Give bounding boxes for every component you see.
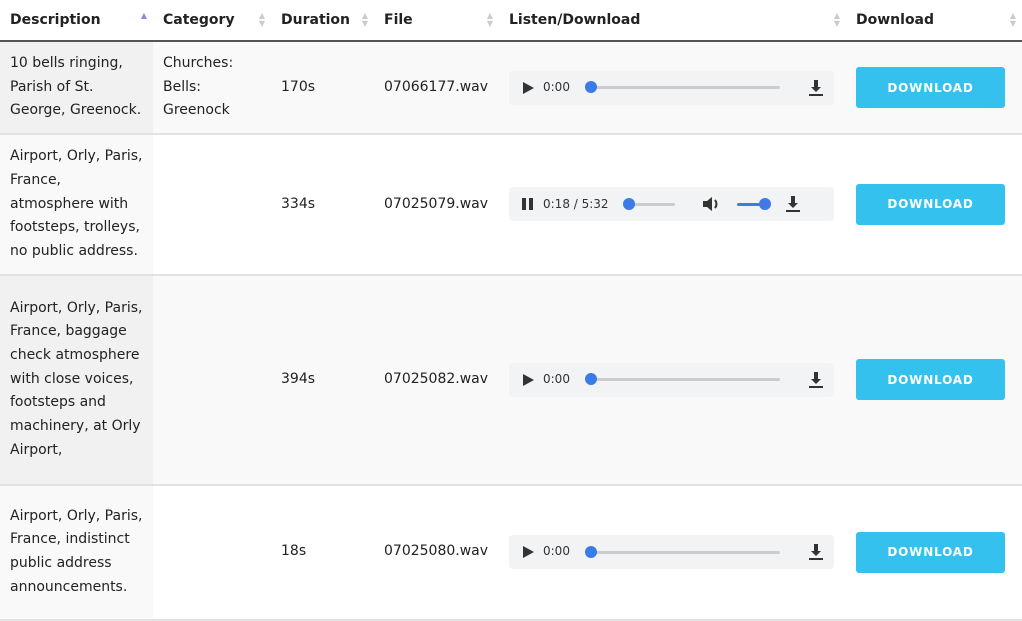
download-cell: DOWNLOAD <box>846 41 1022 136</box>
col-header-description[interactable]: Description ▲ <box>0 0 153 42</box>
download-button[interactable]: DOWNLOAD <box>856 359 1005 401</box>
volume-slider[interactable] <box>736 197 771 210</box>
volume-knob[interactable] <box>758 197 771 210</box>
file-cell: 07025082.wav <box>374 274 499 486</box>
progress-knob[interactable] <box>622 197 635 210</box>
duration-cell: 170s <box>271 41 374 136</box>
progress-slider[interactable] <box>585 81 780 94</box>
category-cell <box>153 134 271 276</box>
player-cell: 0:00 <box>499 484 846 621</box>
col-header-listen[interactable]: Listen/Download ▲ ▼ <box>499 0 846 42</box>
file-cell: 07066177.wav <box>374 41 499 136</box>
download-cell: DOWNLOAD <box>846 134 1022 276</box>
download-cell: DOWNLOAD <box>846 484 1022 621</box>
sounds-table: Description ▲ Category ▲ ▼ Duration ▲ ▼ File ▲… <box>0 0 1022 621</box>
category-cell <box>153 484 271 621</box>
progress-knob[interactable] <box>585 545 597 558</box>
sort-icon: ▲ ▼ <box>486 11 493 28</box>
sort-icon: ▲ ▼ <box>833 11 840 28</box>
sort-icon: ▲ ▼ <box>258 11 265 28</box>
table-row: Airport, Orly, Paris, France, atmosphere… <box>0 134 1022 276</box>
player-cell: 0:00 <box>499 274 846 486</box>
duration-cell: 334s <box>271 134 374 276</box>
file-cell: 07025080.wav <box>374 484 499 621</box>
download-button[interactable]: DOWNLOAD <box>856 67 1005 109</box>
download-icon[interactable] <box>783 194 803 214</box>
download-cell: DOWNLOAD <box>846 274 1022 486</box>
progress-slider[interactable] <box>585 373 780 386</box>
table-row: Airport, Orly, Paris, France, baggage ch… <box>0 274 1022 486</box>
progress-slider[interactable] <box>585 545 780 558</box>
play-icon[interactable] <box>521 81 535 95</box>
time-display: 0:18 / 5:32 <box>543 196 609 211</box>
time-display: 0:00 <box>543 371 570 386</box>
download-icon[interactable] <box>806 78 826 98</box>
sort-icon: ▲ ▼ <box>361 11 368 28</box>
progress-knob[interactable] <box>585 81 597 94</box>
audio-player: 0:00 <box>509 362 834 397</box>
table-row: Airport, Orly, Paris, France, indistinct… <box>0 484 1022 621</box>
progress-slider[interactable] <box>622 197 675 210</box>
description-cell: 10 bells ringing, Parish of St. George, … <box>0 41 153 136</box>
category-cell: Churches: Bells: Greenock <box>153 41 271 136</box>
play-icon[interactable] <box>521 373 535 387</box>
volume-icon[interactable] <box>701 194 723 214</box>
sort-icon: ▲ ▼ <box>1009 11 1016 28</box>
play-icon[interactable] <box>521 545 535 559</box>
audio-player: 0:00 <box>509 70 834 105</box>
duration-cell: 18s <box>271 484 374 621</box>
sort-asc-icon: ▲ <box>140 11 147 20</box>
player-cell: 0:18 / 5:32 <box>499 134 846 276</box>
progress-knob[interactable] <box>585 373 597 386</box>
col-header-file[interactable]: File ▲ ▼ <box>374 0 499 42</box>
time-display: 0:00 <box>543 79 570 94</box>
download-button[interactable]: DOWNLOAD <box>856 531 1005 573</box>
player-cell: 0:00 <box>499 41 846 136</box>
audio-player: 0:18 / 5:32 <box>509 187 834 222</box>
category-cell <box>153 274 271 486</box>
pause-icon[interactable] <box>521 197 535 211</box>
download-button[interactable]: DOWNLOAD <box>856 183 1005 225</box>
download-icon[interactable] <box>806 370 826 390</box>
description-cell: Airport, Orly, Paris, France, baggage ch… <box>0 274 153 486</box>
header-row: Description ▲ Category ▲ ▼ Duration ▲ ▼ File ▲… <box>0 0 1022 42</box>
time-display: 0:00 <box>543 544 570 559</box>
file-cell: 07025079.wav <box>374 134 499 276</box>
download-icon[interactable] <box>806 542 826 562</box>
col-header-category[interactable]: Category ▲ ▼ <box>153 0 271 42</box>
table-row: 10 bells ringing, Parish of St. George, … <box>0 41 1022 136</box>
audio-player: 0:00 <box>509 535 834 570</box>
col-header-download[interactable]: Download ▲ ▼ <box>846 0 1022 42</box>
col-header-duration[interactable]: Duration ▲ ▼ <box>271 0 374 42</box>
description-cell: Airport, Orly, Paris, France, indistinct… <box>0 484 153 621</box>
duration-cell: 394s <box>271 274 374 486</box>
description-cell: Airport, Orly, Paris, France, atmosphere… <box>0 134 153 276</box>
